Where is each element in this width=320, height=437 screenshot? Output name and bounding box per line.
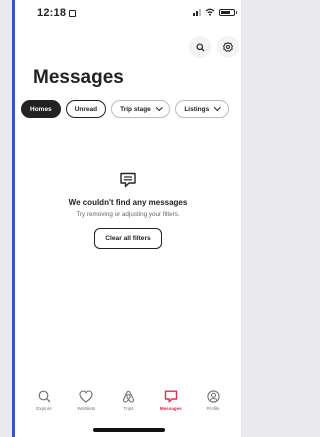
search-icon	[38, 390, 50, 403]
home-indicator[interactable]	[93, 428, 165, 432]
chevron-down-icon	[155, 104, 163, 111]
message-icon	[164, 390, 177, 403]
bottom-tab-bar: Explore Wishlists Trips Messages Profile	[15, 390, 241, 411]
filter-chip-label: Homes	[30, 105, 52, 113]
filter-chip-trip-stage[interactable]: Trip stage	[111, 100, 171, 118]
tab-explore[interactable]: Explore	[24, 390, 64, 411]
empty-state-subtitle: Try removing or adjusting your filters.	[76, 211, 180, 218]
system-icons	[193, 8, 237, 16]
chevron-down-icon	[214, 104, 221, 111]
tab-trips[interactable]: Trips	[109, 390, 149, 411]
filter-chips: Homes Unread Trip stage Listings	[21, 100, 229, 118]
header-actions	[189, 36, 239, 58]
tab-profile[interactable]: Profile	[193, 390, 233, 411]
tab-label: Wishlists	[77, 406, 96, 411]
filter-chip-homes[interactable]: Homes	[21, 100, 61, 118]
cellular-signal-icon	[193, 8, 201, 16]
tab-messages[interactable]: Messages	[151, 390, 191, 411]
tab-label: Messages	[159, 406, 182, 411]
page-title: Messages	[33, 67, 124, 88]
heart-icon	[79, 390, 93, 403]
search-button[interactable]	[189, 36, 211, 58]
empty-state-title: We couldn't find any messages	[68, 198, 188, 207]
filter-chip-label: Unread	[74, 105, 98, 113]
filter-chip-unread[interactable]: Unread	[65, 100, 107, 118]
tab-label: Profile	[206, 406, 220, 411]
tab-label: Explore	[36, 406, 52, 411]
tab-wishlists[interactable]: Wishlists	[66, 390, 106, 411]
wifi-icon	[205, 8, 215, 16]
settings-button[interactable]	[217, 36, 239, 58]
notification-badge-icon	[69, 10, 77, 17]
status-time: 12:18	[37, 7, 77, 19]
filter-chip-label: Trip stage	[120, 105, 151, 113]
filter-chip-listings[interactable]: Listings	[175, 100, 229, 118]
search-icon	[195, 42, 205, 52]
tab-label: Trips	[123, 406, 134, 411]
battery-icon	[219, 8, 237, 16]
settings-gear-icon	[223, 42, 233, 52]
airbnb-logo-icon	[122, 390, 135, 403]
message-bubble-icon	[120, 172, 136, 188]
empty-state: We couldn't find any messages Try removi…	[15, 172, 241, 249]
clear-all-filters-button[interactable]: Clear all filters	[94, 228, 162, 249]
messages-screen: 12:18 Messages Homes Unread Trip stage L…	[12, 0, 241, 437]
filter-chip-label: Listings	[184, 105, 210, 113]
status-bar: 12:18	[15, 0, 241, 26]
profile-icon	[206, 390, 220, 403]
